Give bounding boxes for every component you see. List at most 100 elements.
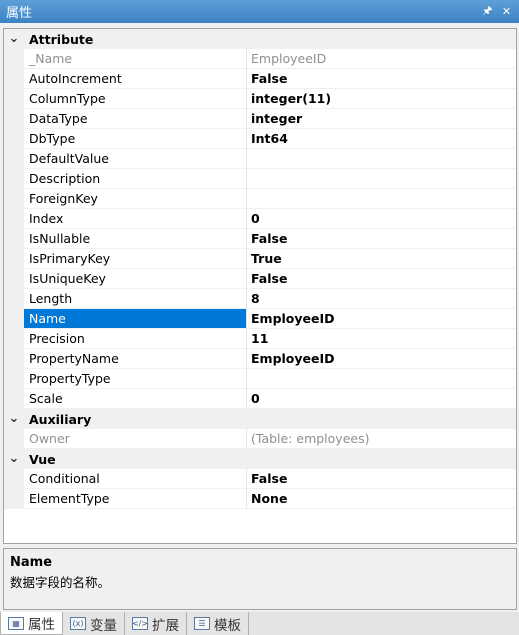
description-text: 数据字段的名称。 xyxy=(10,575,111,590)
property-row[interactable]: IsPrimaryKey True xyxy=(4,249,516,269)
property-value[interactable]: Int64 xyxy=(247,129,516,149)
property-row[interactable]: Precision 11 xyxy=(4,329,516,349)
row-gutter xyxy=(4,109,24,129)
property-row[interactable]: PropertyName EmployeeID xyxy=(4,349,516,369)
property-row[interactable]: DbType Int64 xyxy=(4,129,516,149)
category-label: Auxiliary xyxy=(29,411,92,427)
property-value[interactable]: False xyxy=(247,269,516,289)
row-gutter xyxy=(4,329,24,349)
row-gutter xyxy=(4,369,24,389)
property-value[interactable]: integer xyxy=(247,109,516,129)
property-name[interactable]: Index xyxy=(24,209,247,229)
property-name[interactable]: DbType xyxy=(24,129,247,149)
property-row[interactable]: Scale 0 xyxy=(4,389,516,409)
category-row[interactable]: ⌄ Vue xyxy=(4,449,516,469)
property-value[interactable]: False xyxy=(247,69,516,89)
row-gutter xyxy=(4,189,24,209)
property-name[interactable]: ElementType xyxy=(24,489,247,509)
tab-properties[interactable]: ▦ 属性 xyxy=(0,612,63,635)
property-value[interactable]: EmployeeID xyxy=(247,349,516,369)
property-value[interactable]: 8 xyxy=(247,289,516,309)
close-icon[interactable]: ✕ xyxy=(498,3,515,20)
property-row[interactable]: Conditional False xyxy=(4,469,516,489)
chevron-down-icon[interactable]: ⌄ xyxy=(4,29,24,49)
tab-templates[interactable]: ☰ 模板 xyxy=(187,612,249,635)
row-gutter xyxy=(4,349,24,369)
tab-variables[interactable]: (x) 变量 xyxy=(63,612,125,635)
property-name[interactable]: Length xyxy=(24,289,247,309)
property-value[interactable]: EmployeeID xyxy=(247,309,516,329)
property-value[interactable] xyxy=(247,169,516,189)
row-gutter xyxy=(4,229,24,249)
pin-icon[interactable]: 🖈 xyxy=(479,3,496,20)
row-gutter xyxy=(4,49,24,69)
tab-label: 属性 xyxy=(28,617,55,633)
tab-label: 变量 xyxy=(90,617,117,634)
property-value: (Table: employees) xyxy=(247,429,516,449)
panel-title: 属性 xyxy=(6,6,33,21)
property-name[interactable]: Scale xyxy=(24,389,247,409)
property-name[interactable]: IsPrimaryKey xyxy=(24,249,247,269)
property-row[interactable]: Owner (Table: employees) xyxy=(4,429,516,449)
titlebar-buttons: 🖈 ✕ xyxy=(479,3,515,20)
property-name[interactable]: DefaultValue xyxy=(24,149,247,169)
property-value[interactable]: True xyxy=(247,249,516,269)
property-value[interactable] xyxy=(247,369,516,389)
row-gutter xyxy=(4,269,24,289)
category-row[interactable]: ⌄ Attribute xyxy=(4,29,516,49)
panel-titlebar: 属性 🖈 ✕ xyxy=(0,0,519,23)
properties-icon: ▦ xyxy=(8,616,24,630)
row-gutter xyxy=(4,169,24,189)
property-name[interactable]: Name xyxy=(24,309,247,329)
property-row[interactable]: DataType integer xyxy=(4,109,516,129)
property-name[interactable]: PropertyName xyxy=(24,349,247,369)
row-gutter xyxy=(4,289,24,309)
property-row[interactable]: Name EmployeeID xyxy=(4,309,516,329)
panel-tabs: ▦ 属性 (x) 变量 </> 扩展 ☰ 模板 xyxy=(0,612,519,635)
property-name[interactable]: ForeignKey xyxy=(24,189,247,209)
property-value[interactable]: None xyxy=(247,489,516,509)
property-row[interactable]: _Name EmployeeID xyxy=(4,49,516,69)
row-gutter xyxy=(4,69,24,89)
property-row[interactable]: IsUniqueKey False xyxy=(4,269,516,289)
property-row[interactable]: IsNullable False xyxy=(4,229,516,249)
property-value[interactable]: 0 xyxy=(247,209,516,229)
property-name[interactable]: PropertyType xyxy=(24,369,247,389)
property-row[interactable]: ElementType None xyxy=(4,489,516,509)
property-value[interactable]: 0 xyxy=(247,389,516,409)
property-row[interactable]: ColumnType integer(11) xyxy=(4,89,516,109)
property-name[interactable]: AutoIncrement xyxy=(24,69,247,89)
property-name[interactable]: ColumnType xyxy=(24,89,247,109)
category-label: Attribute xyxy=(29,31,94,47)
property-value[interactable] xyxy=(247,149,516,169)
property-name[interactable]: Conditional xyxy=(24,469,247,489)
property-row[interactable]: PropertyType xyxy=(4,369,516,389)
property-name[interactable]: IsUniqueKey xyxy=(24,269,247,289)
property-row[interactable]: AutoIncrement False xyxy=(4,69,516,89)
property-row[interactable]: Index 0 xyxy=(4,209,516,229)
property-name[interactable]: Description xyxy=(24,169,247,189)
property-name[interactable]: DataType xyxy=(24,109,247,129)
property-value[interactable] xyxy=(247,189,516,209)
row-gutter xyxy=(4,429,24,449)
property-value[interactable]: False xyxy=(247,469,516,489)
row-gutter xyxy=(4,249,24,269)
property-name[interactable]: Owner xyxy=(24,429,247,449)
property-name[interactable]: IsNullable xyxy=(24,229,247,249)
tab-label: 模板 xyxy=(214,617,241,634)
property-value[interactable]: 11 xyxy=(247,329,516,349)
property-name[interactable]: Precision xyxy=(24,329,247,349)
property-row[interactable]: Description xyxy=(4,169,516,189)
property-row[interactable]: Length 8 xyxy=(4,289,516,309)
row-gutter xyxy=(4,389,24,409)
property-row[interactable]: DefaultValue xyxy=(4,149,516,169)
chevron-down-icon[interactable]: ⌄ xyxy=(4,449,24,469)
chevron-down-icon[interactable]: ⌄ xyxy=(4,409,24,429)
property-value[interactable]: integer(11) xyxy=(247,89,516,109)
category-row[interactable]: ⌄ Auxiliary xyxy=(4,409,516,429)
property-value[interactable]: False xyxy=(247,229,516,249)
tab-extensions[interactable]: </> 扩展 xyxy=(125,612,187,635)
property-row[interactable]: ForeignKey xyxy=(4,189,516,209)
property-grid: ⌄ Attribute _Name EmployeeID AutoIncrement Fa… xyxy=(3,28,517,544)
property-name[interactable]: _Name xyxy=(24,49,247,69)
